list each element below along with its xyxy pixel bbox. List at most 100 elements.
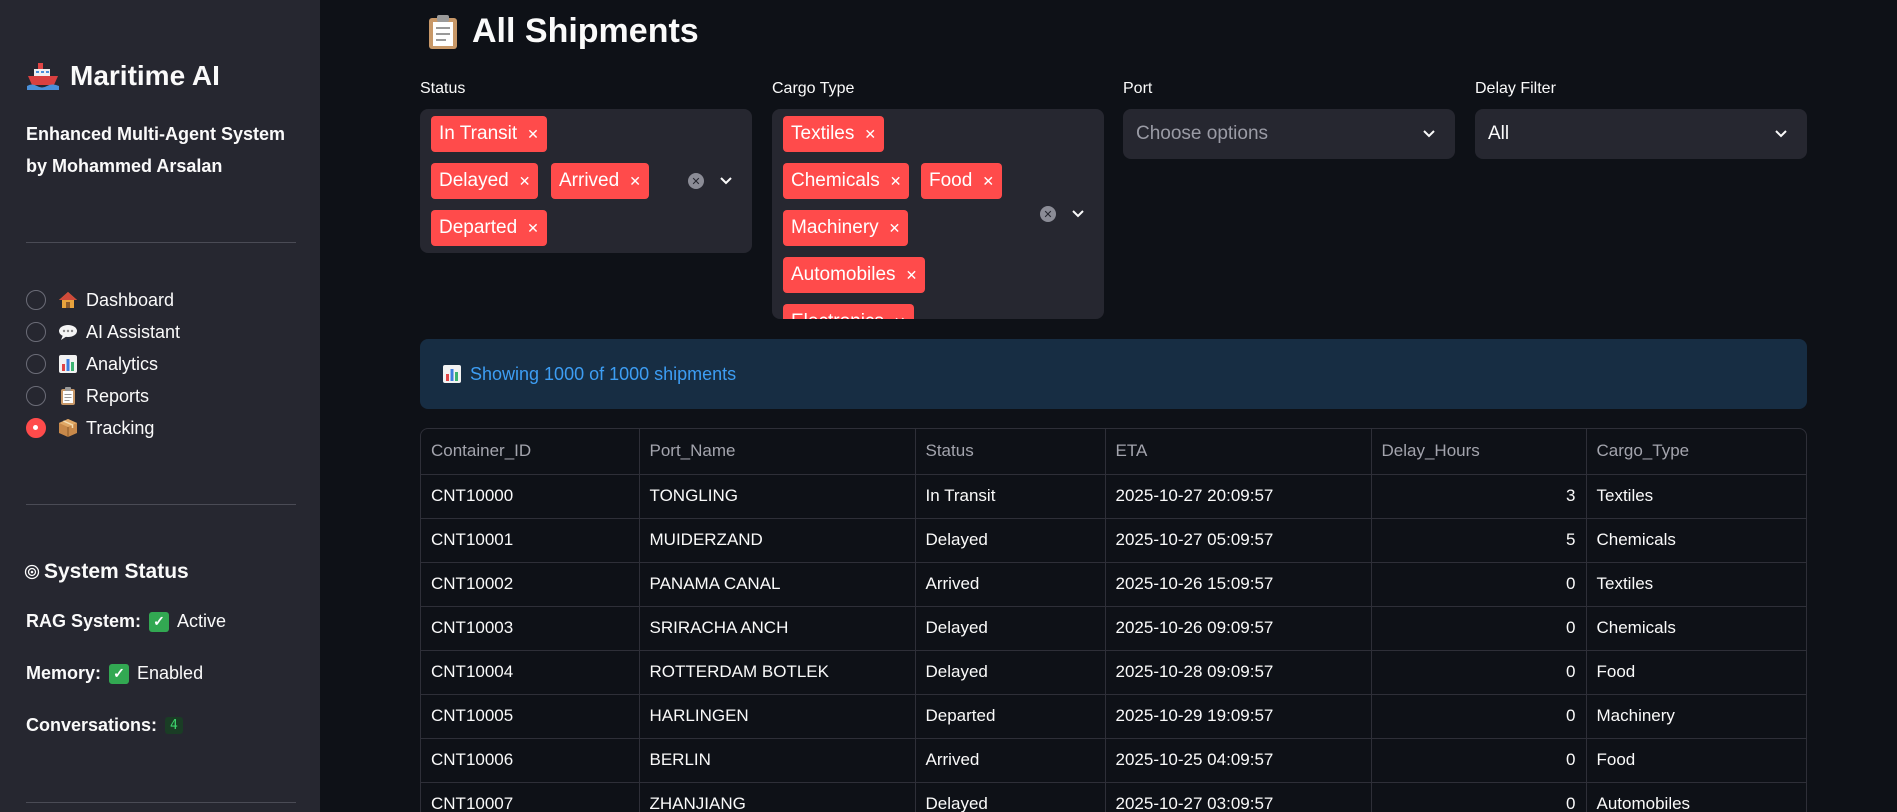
remove-tag-icon[interactable]: ✕ [894, 314, 906, 320]
nav-item-dashboard[interactable]: Dashboard [26, 284, 180, 316]
table-cell[interactable]: 0 [1371, 562, 1587, 607]
status-tag[interactable]: Delayed ✕ [431, 163, 539, 199]
cargo-tag[interactable]: Automobiles ✕ [783, 257, 926, 293]
remove-tag-icon[interactable]: ✕ [527, 220, 539, 237]
table-cell[interactable]: Automobiles [1586, 782, 1806, 812]
table-cell[interactable]: Food [1586, 650, 1806, 695]
table-cell[interactable]: Delayed [915, 518, 1106, 563]
table-cell[interactable]: Food [1586, 738, 1806, 783]
remove-tag-icon[interactable]: ✕ [890, 173, 902, 190]
table-cell[interactable]: Delayed [915, 782, 1106, 812]
status-tag[interactable]: Arrived ✕ [551, 163, 649, 199]
nav-item-reports[interactable]: Reports [26, 380, 180, 412]
table-cell[interactable]: Departed [915, 694, 1106, 739]
table-cell[interactable]: 2025-10-27 03:09:57 [1105, 782, 1372, 812]
table-cell[interactable]: MUIDERZAND [639, 518, 916, 563]
chevron-down-icon[interactable] [1070, 206, 1086, 222]
table-cell[interactable]: Chemicals [1586, 606, 1806, 651]
table-cell[interactable]: CNT10006 [421, 738, 640, 783]
table-cell[interactable]: 2025-10-26 09:09:57 [1105, 606, 1372, 651]
table-row[interactable]: CNT10000 TONGLING In Transit 2025-10-27 20:… [421, 474, 1806, 519]
chevron-down-icon[interactable] [1773, 126, 1789, 142]
column-header[interactable]: Cargo_Type [1586, 429, 1806, 475]
status-multiselect[interactable]: In Transit ✕ Delayed ✕ Arrived ✕ Departed ✕ … [420, 109, 752, 253]
table-cell[interactable]: Delayed [915, 606, 1106, 651]
clear-all-icon[interactable]: ✕ [1040, 206, 1056, 222]
table-cell[interactable]: Arrived [915, 738, 1106, 783]
delay-select[interactable]: All [1475, 109, 1807, 159]
table-cell[interactable]: ZHANJIANG [639, 782, 916, 812]
column-header[interactable]: Delay_Hours [1371, 429, 1587, 475]
table-cell[interactable]: 2025-10-29 19:09:57 [1105, 694, 1372, 739]
cargo-tag[interactable]: Textiles ✕ [783, 116, 885, 152]
cargo-tag[interactable]: Electronics✕ [783, 304, 914, 319]
table-cell[interactable]: 5 [1371, 518, 1587, 563]
table-cell[interactable]: Delayed [915, 650, 1106, 695]
table-row[interactable]: CNT10007 ZHANJIANG Delayed 2025-10-27 03:09… [421, 782, 1806, 812]
table-cell[interactable]: TONGLING [639, 474, 916, 519]
cargo-type-multiselect[interactable]: Textiles ✕ Chemicals ✕ Food ✕ Machinery ✕ Au… [772, 109, 1104, 319]
column-header[interactable]: Status [915, 429, 1106, 475]
table-cell[interactable]: CNT10003 [421, 606, 640, 651]
column-header[interactable]: Port_Name [639, 429, 916, 475]
table-cell[interactable]: Textiles [1586, 474, 1806, 519]
table-cell[interactable]: BERLIN [639, 738, 916, 783]
table-cell[interactable]: CNT10001 [421, 518, 640, 563]
table-cell[interactable]: PANAMA CANAL [639, 562, 916, 607]
table-cell[interactable]: CNT10004 [421, 650, 640, 695]
table-cell[interactable]: Arrived [915, 562, 1106, 607]
table-cell[interactable]: CNT10005 [421, 694, 640, 739]
chevron-down-icon[interactable] [718, 173, 734, 189]
table-cell[interactable]: SRIRACHA ANCH [639, 606, 916, 651]
cargo-tag[interactable]: Chemicals ✕ [783, 163, 910, 199]
radio-reports[interactable] [26, 386, 46, 406]
radio-ai-assistant[interactable] [26, 322, 46, 342]
cargo-tag[interactable]: Machinery ✕ [783, 210, 909, 246]
table-cell[interactable]: CNT10007 [421, 782, 640, 812]
radio-analytics[interactable] [26, 354, 46, 374]
table-cell[interactable]: 3 [1371, 474, 1587, 519]
status-tag[interactable]: In Transit ✕ [431, 116, 547, 152]
table-cell[interactable]: Textiles [1586, 562, 1806, 607]
table-cell[interactable]: 2025-10-27 20:09:57 [1105, 474, 1372, 519]
table-row[interactable]: CNT10002 PANAMA CANAL Arrived 2025-10-26 15… [421, 562, 1806, 607]
remove-tag-icon[interactable]: ✕ [889, 220, 901, 237]
column-header[interactable]: Container_ID [421, 429, 640, 475]
table-cell[interactable]: 0 [1371, 606, 1587, 651]
table-cell[interactable]: 0 [1371, 738, 1587, 783]
column-header[interactable]: ETA [1105, 429, 1372, 475]
radio-tracking[interactable] [26, 418, 46, 438]
table-cell[interactable]: 2025-10-28 09:09:57 [1105, 650, 1372, 695]
clear-all-icon[interactable]: ✕ [688, 173, 704, 189]
remove-tag-icon[interactable]: ✕ [906, 267, 918, 284]
table-cell[interactable]: 0 [1371, 650, 1587, 695]
table-row[interactable]: CNT10006 BERLIN Arrived 2025-10-25 04:09:57… [421, 738, 1806, 783]
table-cell[interactable]: CNT10002 [421, 562, 640, 607]
nav-item-ai-assistant[interactable]: AI Assistant [26, 316, 180, 348]
remove-tag-icon[interactable]: ✕ [527, 126, 539, 143]
table-row[interactable]: CNT10001 MUIDERZAND Delayed 2025-10-27 05:0… [421, 518, 1806, 563]
table-cell[interactable]: In Transit [915, 474, 1106, 519]
port-multiselect[interactable]: Choose options [1123, 109, 1455, 159]
nav-item-analytics[interactable]: Analytics [26, 348, 180, 380]
table-cell[interactable]: 2025-10-26 15:09:57 [1105, 562, 1372, 607]
table-cell[interactable]: ROTTERDAM BOTLEK [639, 650, 916, 695]
remove-tag-icon[interactable]: ✕ [629, 173, 641, 190]
table-row[interactable]: CNT10003 SRIRACHA ANCH Delayed 2025-10-26 0… [421, 606, 1806, 651]
table-cell[interactable]: CNT10000 [421, 474, 640, 519]
chevron-down-icon[interactable] [1421, 126, 1437, 142]
table-cell[interactable]: Machinery [1586, 694, 1806, 739]
status-tag[interactable]: Departed ✕ [431, 210, 547, 246]
remove-tag-icon[interactable]: ✕ [519, 173, 531, 190]
radio-dashboard[interactable] [26, 290, 46, 310]
table-row[interactable]: CNT10004 ROTTERDAM BOTLEK Delayed 2025-10-2… [421, 650, 1806, 695]
table-cell[interactable]: HARLINGEN [639, 694, 916, 739]
table-cell[interactable]: 0 [1371, 694, 1587, 739]
remove-tag-icon[interactable]: ✕ [982, 173, 994, 190]
table-row[interactable]: CNT10005 HARLINGEN Departed 2025-10-29 19:0… [421, 694, 1806, 739]
shipments-table[interactable]: Container_ID Port_Name Status ETA Delay_… [420, 428, 1807, 812]
table-cell[interactable]: 2025-10-27 05:09:57 [1105, 518, 1372, 563]
table-cell[interactable]: 2025-10-25 04:09:57 [1105, 738, 1372, 783]
nav-item-tracking[interactable]: Tracking [26, 412, 180, 444]
cargo-tag[interactable]: Food ✕ [921, 163, 1003, 199]
